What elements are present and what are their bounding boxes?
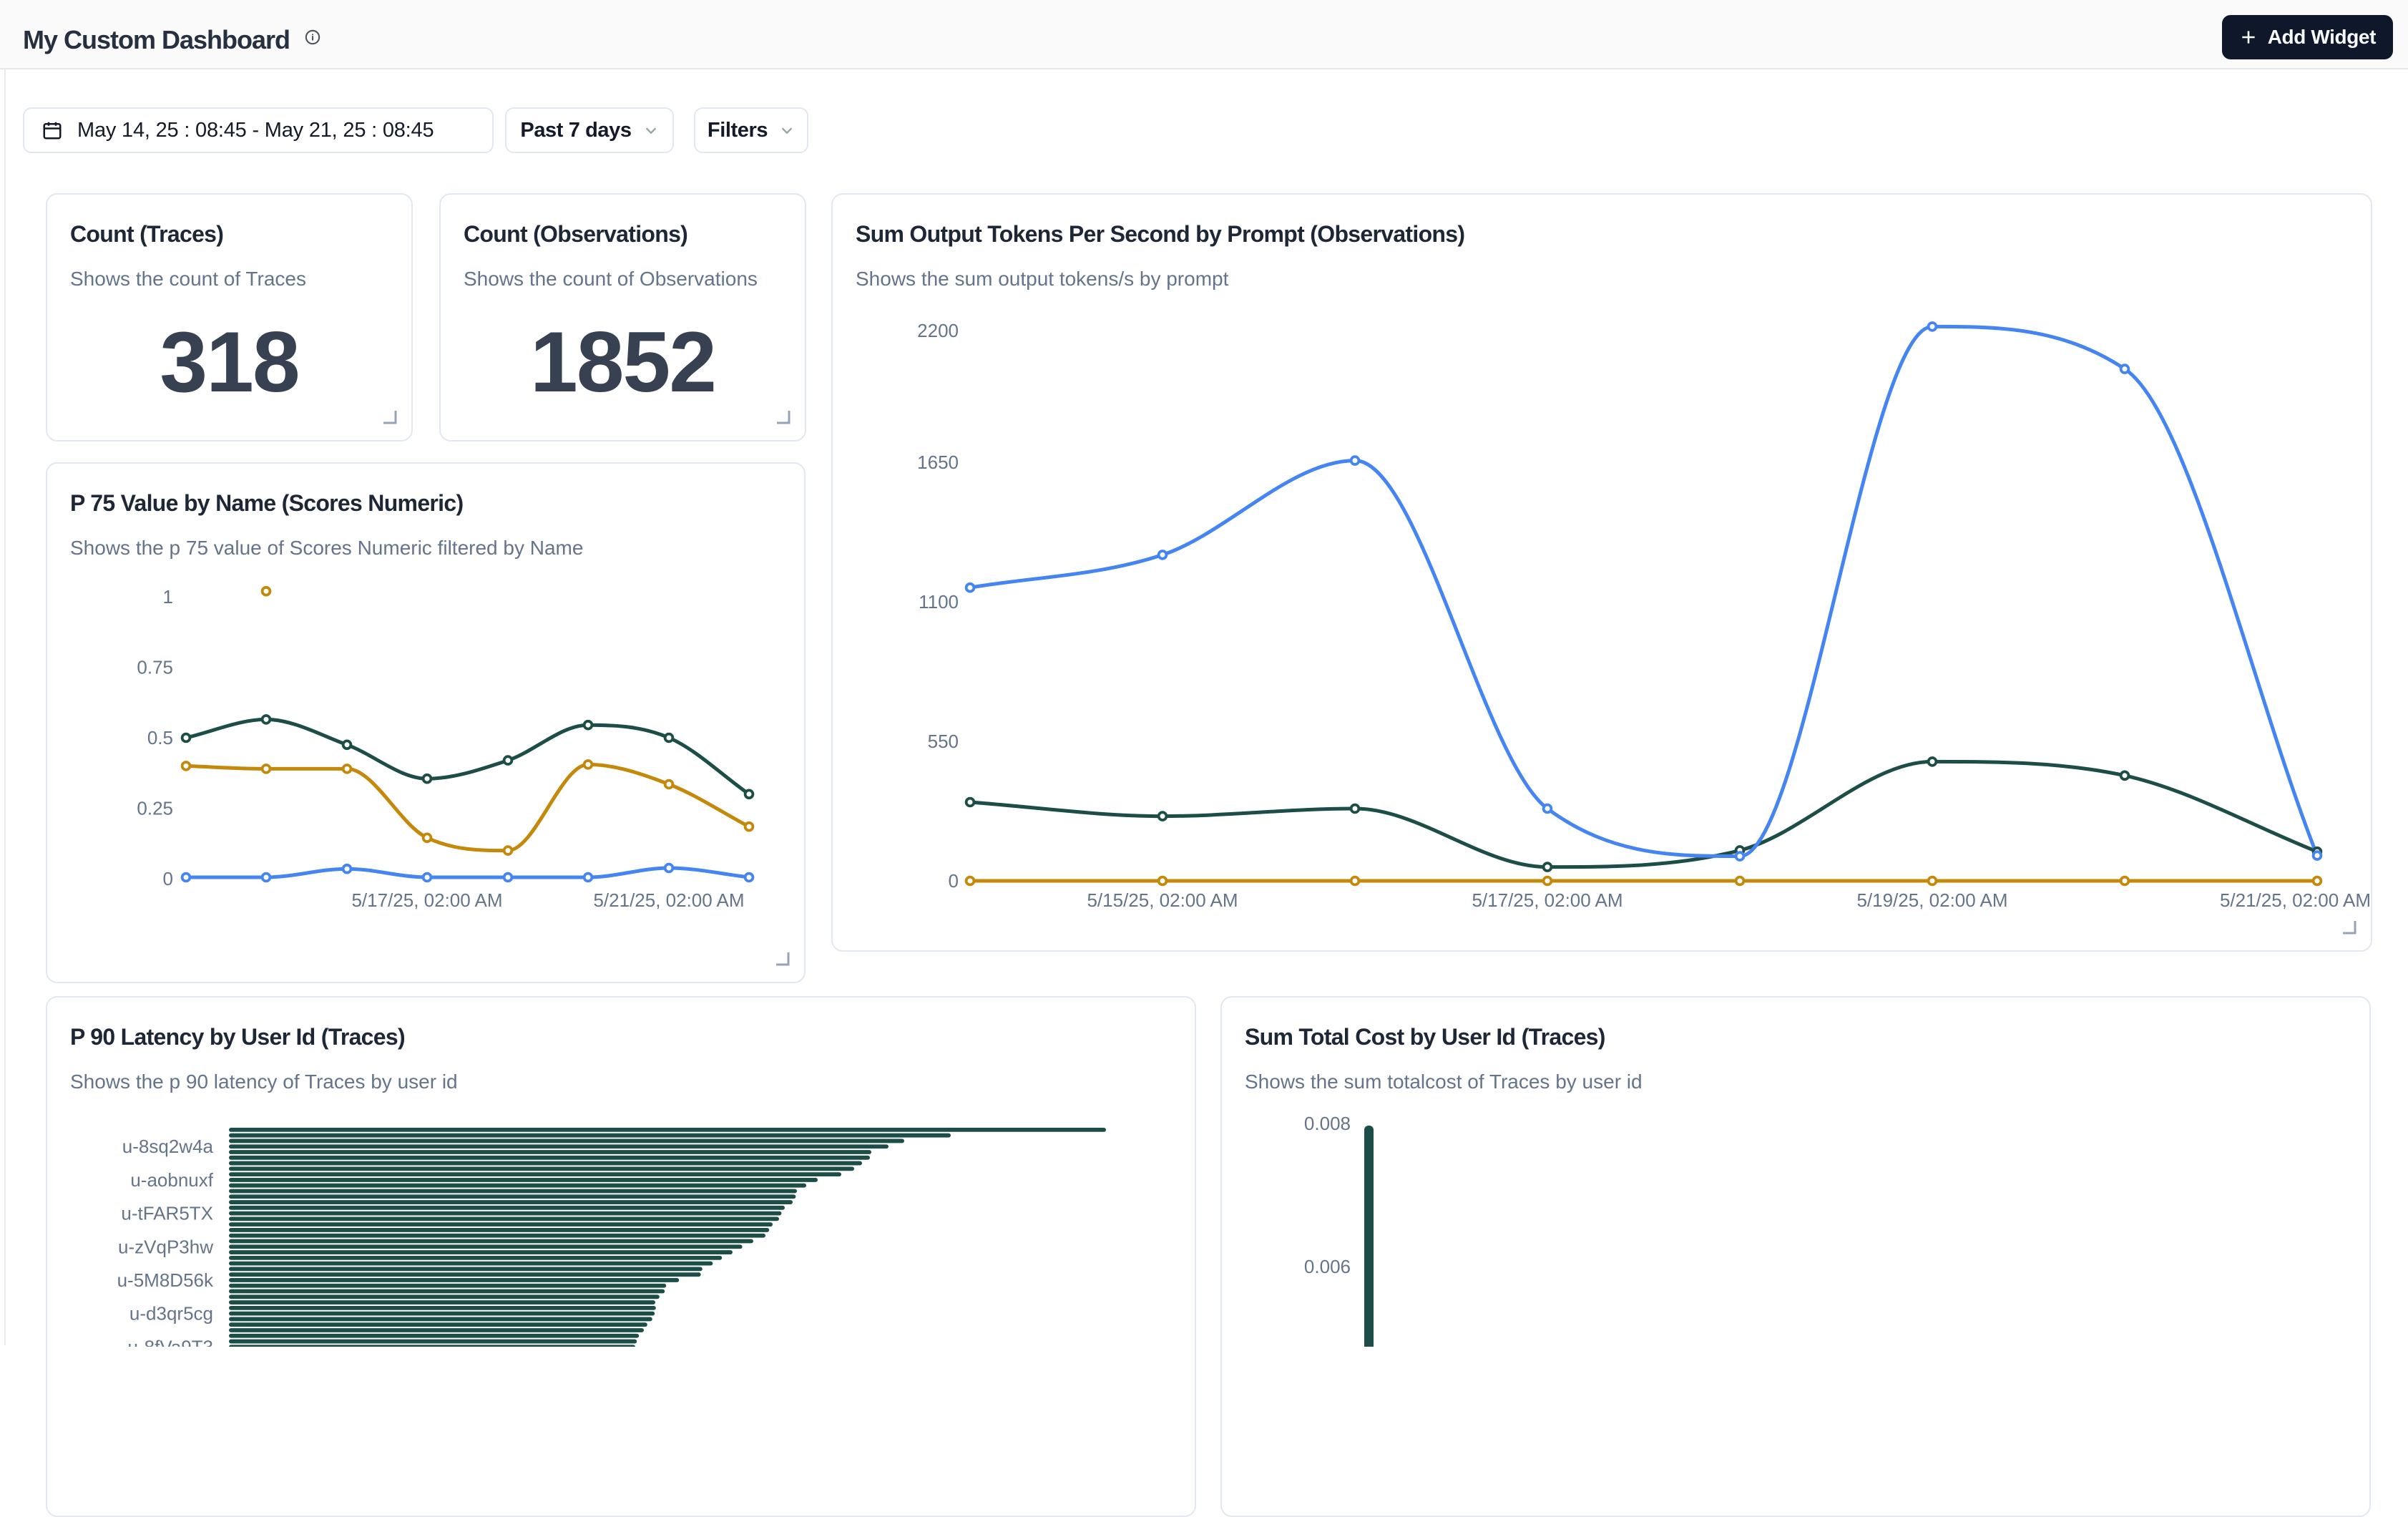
svg-text:0.75: 0.75 [137,656,173,678]
svg-text:0.008: 0.008 [1304,1113,1351,1134]
svg-text:550: 550 [928,731,959,752]
svg-text:0.006: 0.006 [1304,1256,1351,1277]
svg-text:5/17/25, 02:00 AM: 5/17/25, 02:00 AM [351,889,502,911]
svg-text:5/15/25, 02:00 AM: 5/15/25, 02:00 AM [1087,889,1238,911]
svg-text:0.5: 0.5 [147,727,173,748]
svg-text:5/21/25, 02:00 AM: 5/21/25, 02:00 AM [2220,889,2371,911]
svg-text:u-5M8D56k: u-5M8D56k [117,1269,214,1291]
svg-text:0.25: 0.25 [137,798,173,819]
svg-text:u-tFAR5TX: u-tFAR5TX [121,1203,213,1224]
svg-text:u-zVqP3hw: u-zVqP3hw [118,1236,213,1257]
svg-text:0: 0 [163,868,173,889]
svg-text:1650: 1650 [917,452,959,473]
svg-text:0: 0 [949,870,959,892]
svg-text:u-aobnuxf: u-aobnuxf [130,1169,213,1191]
svg-text:1: 1 [163,586,173,608]
svg-text:5/21/25, 02:00 AM: 5/21/25, 02:00 AM [593,889,744,911]
svg-text:u-8sq2w4a: u-8sq2w4a [122,1136,214,1157]
svg-text:5/19/25, 02:00 AM: 5/19/25, 02:00 AM [1856,889,2007,911]
svg-text:2200: 2200 [917,320,959,341]
svg-text:u-d3qr5cg: u-d3qr5cg [129,1303,213,1325]
svg-text:1100: 1100 [919,591,959,613]
svg-text:5/17/25, 02:00 AM: 5/17/25, 02:00 AM [1472,889,1623,911]
